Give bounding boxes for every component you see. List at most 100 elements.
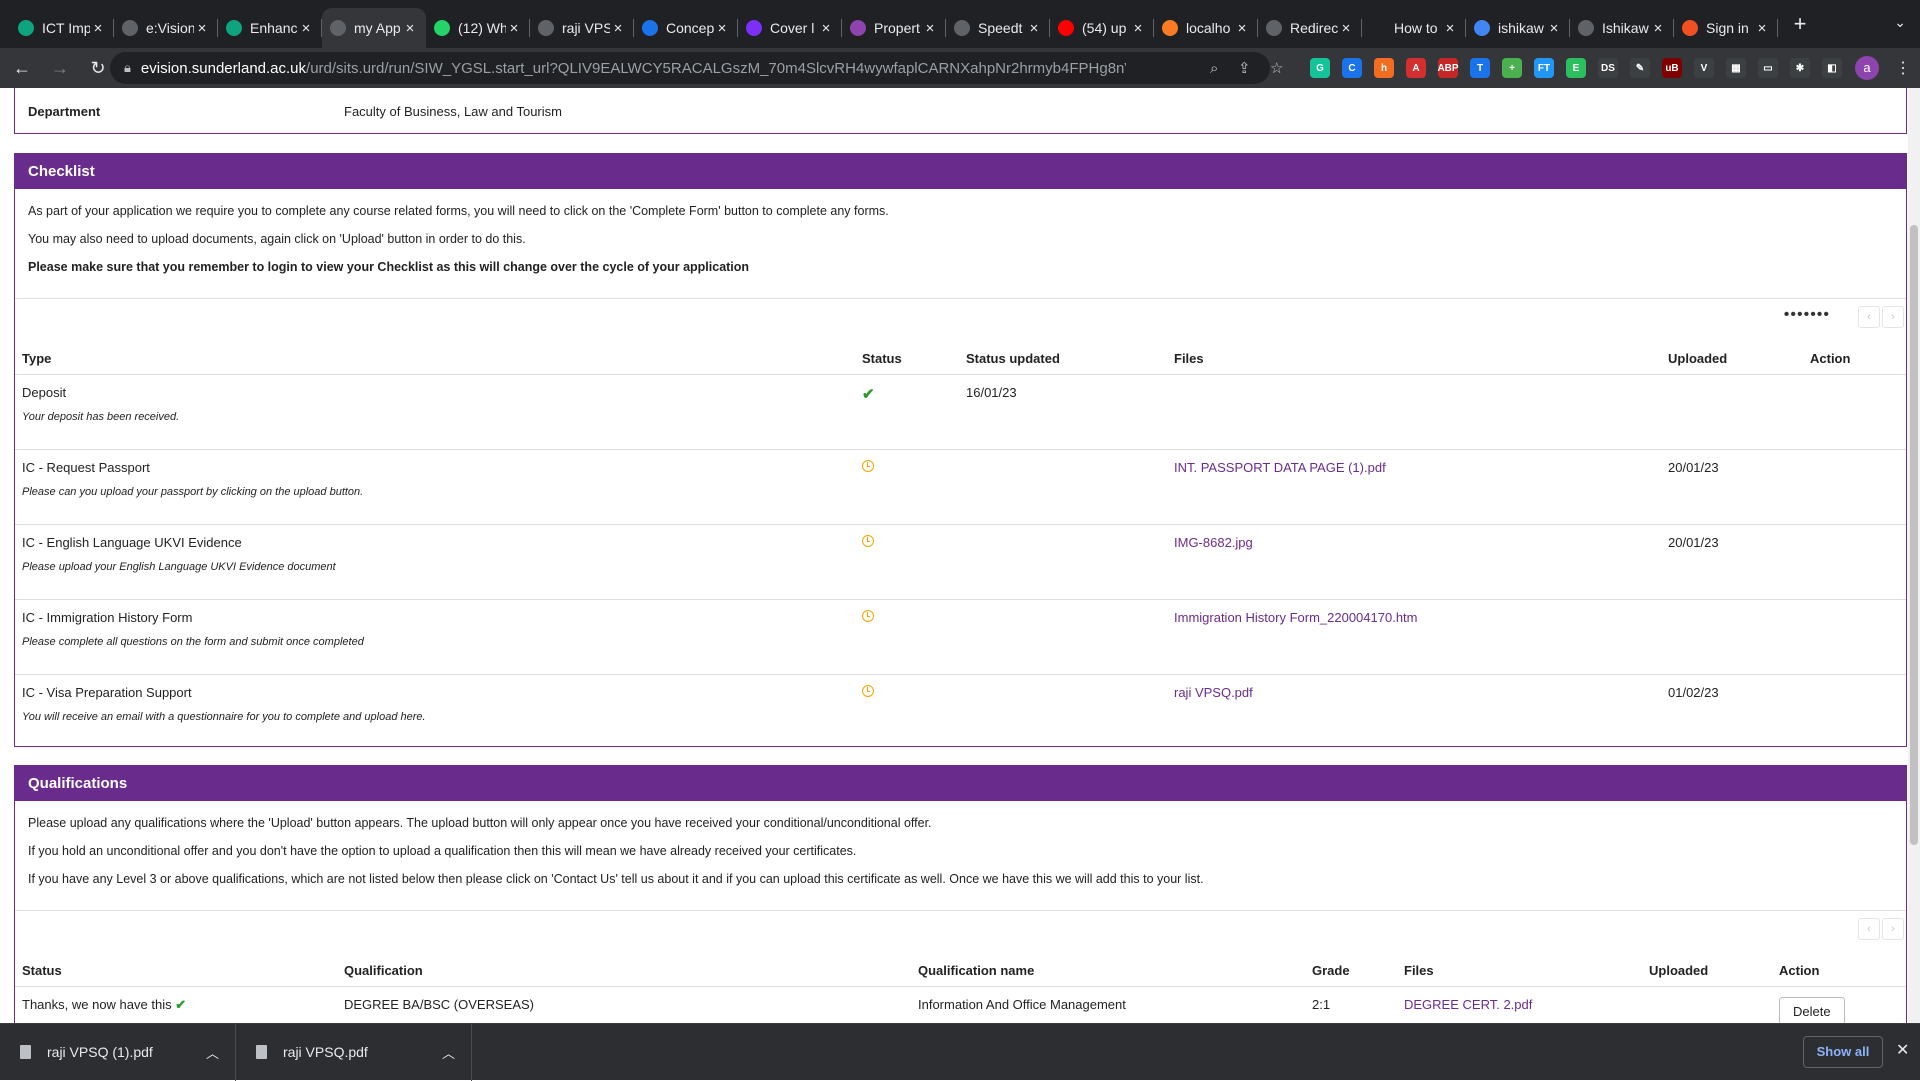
delete-button[interactable]: Delete bbox=[1779, 996, 1845, 1023]
zoom-icon[interactable]: ⌕ bbox=[1210, 60, 1218, 77]
chevron-up-icon[interactable]: ︿ bbox=[442, 1043, 455, 1062]
tab-close-icon[interactable]: × bbox=[194, 20, 210, 37]
tab-close-icon[interactable]: × bbox=[1546, 20, 1562, 37]
browser-tab[interactable]: How to × bbox=[1362, 8, 1466, 48]
table-row: IC - English Language UKVI Evidence IMG-8… bbox=[15, 524, 1906, 560]
puzzle-icon[interactable]: ✱ bbox=[1790, 58, 1810, 78]
page-scrollbar-thumb[interactable] bbox=[1910, 225, 1918, 845]
tab-title: Ishikaw bbox=[1602, 20, 1649, 36]
browser-menu-icon[interactable]: ⋮ bbox=[1895, 58, 1911, 78]
browser-tab[interactable]: Cover l × bbox=[738, 8, 842, 48]
tab-close-icon[interactable]: × bbox=[818, 20, 834, 37]
pager-next-icon[interactable]: › bbox=[1882, 306, 1904, 328]
file-link[interactable]: INT. PASSPORT DATA PAGE (1).pdf bbox=[1174, 460, 1386, 475]
ft-icon[interactable]: FT bbox=[1534, 58, 1554, 78]
row-note-text: Please can you upload your passport by c… bbox=[15, 485, 1906, 525]
pager-prev-icon[interactable]: ‹ bbox=[1858, 306, 1880, 328]
bookmark-star-icon[interactable]: ☆ bbox=[1270, 59, 1283, 77]
show-all-button[interactable]: Show all bbox=[1803, 1036, 1883, 1068]
table-row: IC - Request Passport INT. PASSPORT DATA … bbox=[15, 449, 1906, 485]
row-uploaded bbox=[1661, 374, 1803, 410]
plus-circle-icon[interactable]: + bbox=[1502, 58, 1522, 78]
row-status-updated bbox=[959, 524, 1167, 560]
browser-tab[interactable]: Redirec × bbox=[1258, 8, 1362, 48]
tab-search-chevron-icon[interactable]: ⌄ bbox=[1894, 14, 1906, 31]
browser-tab[interactable]: ishikaw × bbox=[1466, 8, 1570, 48]
file-link[interactable]: raji VPSQ.pdf bbox=[1174, 685, 1253, 700]
tab-title: raji VPS bbox=[562, 20, 610, 36]
qual-pager-prev-icon[interactable]: ‹ bbox=[1858, 918, 1880, 940]
browser-tab[interactable]: (54) up × bbox=[1050, 8, 1154, 48]
lock-icon[interactable]: 🔒︎ bbox=[124, 60, 131, 76]
file-link[interactable]: IMG-8682.jpg bbox=[1174, 535, 1253, 550]
checklist-intro-2: You may also need to upload documents, a… bbox=[28, 232, 526, 246]
profile-avatar[interactable]: a bbox=[1855, 56, 1879, 80]
tab-close-icon[interactable]: × bbox=[1754, 20, 1770, 37]
browser-tab[interactable]: ICT Imp × bbox=[10, 8, 114, 48]
tab-close-icon[interactable]: × bbox=[1130, 20, 1146, 37]
tab-title: Speedt bbox=[978, 20, 1023, 36]
download-item-2[interactable]: raji VPSQ.pdf ︿ bbox=[236, 1023, 472, 1081]
tab-close-icon[interactable]: × bbox=[298, 20, 314, 37]
sidepanel-icon[interactable]: ◧ bbox=[1822, 58, 1842, 78]
more-options-dots-icon[interactable]: ••••••• bbox=[1784, 306, 1830, 324]
browser-tab[interactable]: Sign in × bbox=[1674, 8, 1778, 48]
evernote-icon[interactable]: E bbox=[1566, 58, 1586, 78]
row-status-updated bbox=[959, 449, 1167, 485]
tab-close-icon[interactable]: × bbox=[506, 20, 522, 37]
browser-tab[interactable]: e:Vision × bbox=[114, 8, 218, 48]
table-row: Thanks, we now have this ✔ DEGREE BA/BSC … bbox=[15, 986, 1906, 1023]
adblock-icon[interactable]: ABP bbox=[1437, 58, 1459, 78]
vue-icon[interactable]: V bbox=[1694, 58, 1714, 78]
tab-close-icon[interactable]: × bbox=[610, 20, 626, 37]
new-tab-button[interactable]: + bbox=[1786, 11, 1814, 37]
acrobat-icon[interactable]: A bbox=[1406, 58, 1426, 78]
ds-icon[interactable]: DS bbox=[1598, 58, 1618, 78]
qual-pager-next-icon[interactable]: › bbox=[1882, 918, 1904, 940]
browser-tab[interactable]: my App × bbox=[322, 8, 426, 48]
ublock-icon[interactable]: uB bbox=[1662, 58, 1682, 78]
tab-close-icon[interactable]: × bbox=[1026, 20, 1042, 37]
browser-tab[interactable]: Propert × bbox=[842, 8, 946, 48]
tab-close-icon[interactable]: × bbox=[1650, 20, 1666, 37]
browser-tab[interactable]: localho × bbox=[1154, 8, 1258, 48]
tab-close-icon[interactable]: × bbox=[1338, 20, 1354, 37]
grammarly-icon[interactable]: G bbox=[1310, 58, 1330, 78]
row-note-text: Your deposit has been received. bbox=[15, 410, 1906, 450]
download-item-1[interactable]: raji VPSQ (1).pdf ︿ bbox=[0, 1023, 236, 1081]
address-bar[interactable]: 🔒︎ evision.sunderland.ac.uk /urd/sits.ur… bbox=[110, 52, 1283, 84]
table-row: IC - Immigration History Form Immigration… bbox=[15, 599, 1906, 635]
tab-icon[interactable]: ▭ bbox=[1758, 58, 1778, 78]
page-content: Department Faculty of Business, Law and … bbox=[0, 88, 1908, 1023]
extensions-area: G Ch A ABP T + FT E DS ✎ uB V ▦ ▭ ✱ ◧ bbox=[1310, 58, 1854, 78]
tab-close-icon[interactable]: × bbox=[402, 20, 418, 37]
tab-close-icon[interactable]: × bbox=[922, 20, 938, 37]
tab-close-icon[interactable]: × bbox=[714, 20, 730, 37]
row-files: INT. PASSPORT DATA PAGE (1).pdf bbox=[1167, 449, 1661, 485]
file-link[interactable]: DEGREE CERT. 2.pdf bbox=[1404, 997, 1532, 1012]
chevron-up-icon[interactable]: ︿ bbox=[206, 1043, 219, 1062]
close-icon[interactable]: ✕ bbox=[1896, 1040, 1909, 1060]
honey-icon[interactable]: h bbox=[1374, 58, 1394, 78]
translate-icon[interactable]: T bbox=[1470, 58, 1490, 78]
screenshot-icon[interactable]: ▦ bbox=[1726, 58, 1746, 78]
back-arrow-icon[interactable]: ← bbox=[6, 58, 38, 79]
browser-tab[interactable]: (12) Wh × bbox=[426, 8, 530, 48]
tab-close-icon[interactable]: × bbox=[1234, 20, 1250, 37]
browser-tab[interactable]: Ishikaw × bbox=[1570, 8, 1674, 48]
row-uploaded bbox=[1661, 599, 1803, 635]
browser-tab[interactable]: Enhanc × bbox=[218, 8, 322, 48]
tab-title: Concep bbox=[666, 20, 714, 36]
eyedropper-icon[interactable]: ✎ bbox=[1630, 58, 1650, 78]
share-icon[interactable]: ⇪ bbox=[1238, 59, 1251, 77]
browser-tab[interactable]: Speedt × bbox=[946, 8, 1050, 48]
file-link[interactable]: Immigration History Form_220004170.htm bbox=[1174, 610, 1418, 625]
tab-title: localho bbox=[1186, 20, 1231, 36]
edge-sync-icon[interactable]: C bbox=[1342, 58, 1362, 78]
browser-tab[interactable]: Concep × bbox=[634, 8, 738, 48]
col-files: Files bbox=[1167, 344, 1661, 375]
tab-close-icon[interactable]: × bbox=[90, 20, 106, 37]
browser-tab[interactable]: raji VPS × bbox=[530, 8, 634, 48]
tab-close-icon[interactable]: × bbox=[1442, 20, 1458, 37]
forward-arrow-icon[interactable]: → bbox=[44, 58, 76, 79]
